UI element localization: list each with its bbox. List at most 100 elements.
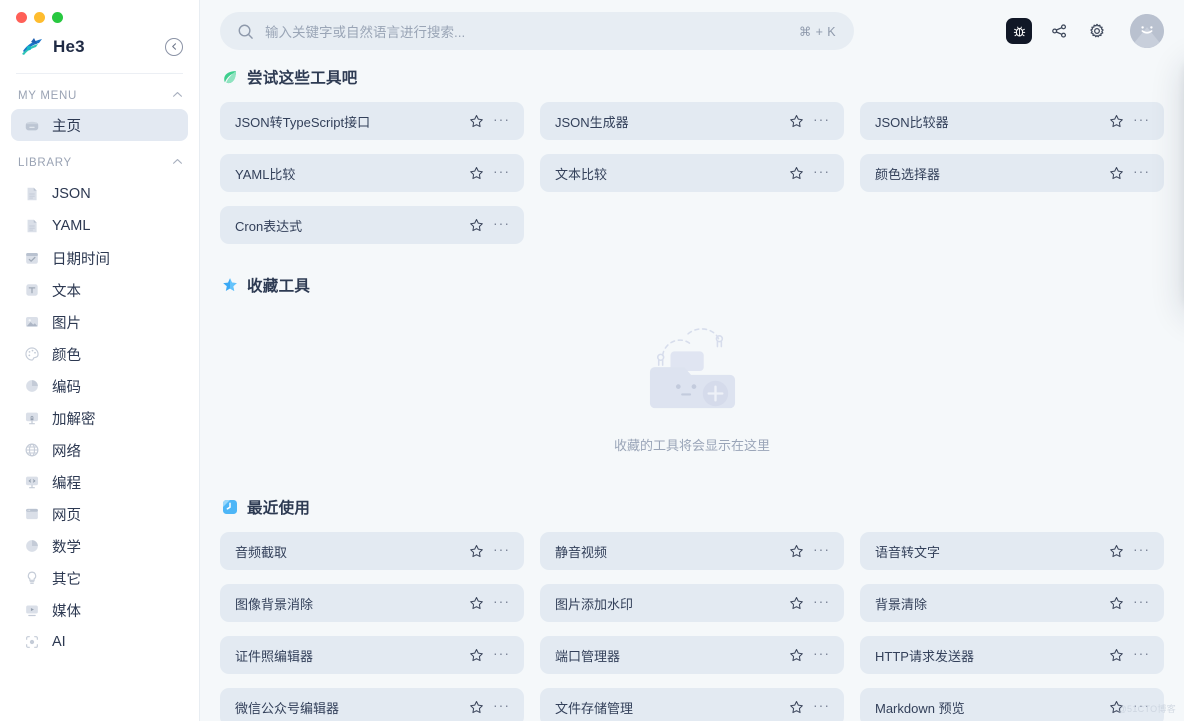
tool-card[interactable]: 证件照编辑器 ··· bbox=[220, 636, 524, 674]
star-outline-icon[interactable] bbox=[469, 648, 484, 663]
sidebar-item-颜色[interactable]: 颜色 bbox=[11, 338, 188, 370]
sidebar-item-JSON[interactable]: JSON bbox=[11, 178, 188, 210]
star-outline-icon[interactable] bbox=[1109, 648, 1124, 663]
brand-row: He3 bbox=[0, 23, 199, 61]
tool-card[interactable]: Cron表达式 ··· bbox=[220, 206, 524, 244]
avatar[interactable] bbox=[1130, 14, 1164, 48]
sidebar-item-编程[interactable]: 编程 bbox=[11, 466, 188, 498]
monitor-code-icon bbox=[23, 474, 40, 491]
ellipsis-icon[interactable]: ··· bbox=[813, 698, 830, 713]
share-icon[interactable] bbox=[1048, 20, 1070, 42]
star-outline-icon[interactable] bbox=[789, 544, 804, 559]
tool-card[interactable]: 音频截取 ··· bbox=[220, 532, 524, 570]
sidebar-item-图片[interactable]: 图片 bbox=[11, 306, 188, 338]
star-outline-icon[interactable] bbox=[789, 648, 804, 663]
star-outline-icon[interactable] bbox=[1109, 596, 1124, 611]
star-outline-icon[interactable] bbox=[1109, 166, 1124, 181]
ellipsis-icon[interactable]: ··· bbox=[813, 542, 830, 557]
palette-icon bbox=[23, 346, 40, 363]
star-outline-icon[interactable] bbox=[469, 114, 484, 129]
sidebar-item-数学[interactable]: 数学 bbox=[11, 530, 188, 562]
search-shortcut-hint: ⌘ + K bbox=[798, 24, 836, 39]
ellipsis-icon[interactable]: ··· bbox=[493, 216, 510, 231]
watermark: @51CTO博客 bbox=[1117, 704, 1176, 714]
sidebar-item-home[interactable]: 主页 bbox=[11, 109, 188, 141]
tool-card[interactable]: YAML比较 ··· bbox=[220, 154, 524, 192]
star-outline-icon[interactable] bbox=[1109, 544, 1124, 559]
sidebar-item-AI[interactable]: AI bbox=[11, 626, 188, 658]
sidebar-item-网络[interactable]: 网络 bbox=[11, 434, 188, 466]
ellipsis-icon[interactable]: ··· bbox=[813, 112, 830, 127]
star-outline-icon[interactable] bbox=[789, 596, 804, 611]
sidebar-item-其它[interactable]: 其它 bbox=[11, 562, 188, 594]
sidebar-item-label: 日期时间 bbox=[52, 251, 110, 268]
ellipsis-icon[interactable]: ··· bbox=[493, 594, 510, 609]
chart-pie-icon bbox=[23, 538, 40, 555]
star-outline-icon[interactable] bbox=[469, 700, 484, 715]
sidebar-group-library[interactable]: LIBRARY bbox=[0, 141, 199, 176]
sidebar-item-label: 图片 bbox=[52, 315, 81, 332]
tool-card[interactable]: 图片添加水印 ··· bbox=[540, 584, 844, 622]
gear-icon[interactable] bbox=[1086, 20, 1108, 42]
star-outline-icon[interactable] bbox=[469, 596, 484, 611]
star-outline-icon[interactable] bbox=[469, 166, 484, 181]
ellipsis-icon[interactable]: ··· bbox=[1133, 112, 1150, 127]
tool-card[interactable]: 背景清除 ··· bbox=[860, 584, 1164, 622]
star-outline-icon[interactable] bbox=[469, 218, 484, 233]
maximize-window-button[interactable] bbox=[52, 12, 63, 23]
bug-icon[interactable] bbox=[1006, 18, 1032, 44]
tool-card[interactable]: 图像背景消除 ··· bbox=[220, 584, 524, 622]
star-outline-icon[interactable] bbox=[789, 700, 804, 715]
star-outline-icon[interactable] bbox=[469, 544, 484, 559]
tool-card[interactable]: 文件存储管理 ··· bbox=[540, 688, 844, 721]
sidebar-item-文本[interactable]: 文本 bbox=[11, 274, 188, 306]
tool-card[interactable]: JSON生成器 ··· bbox=[540, 102, 844, 140]
tool-card-label: 音频截取 bbox=[235, 544, 288, 560]
star-outline-icon[interactable] bbox=[789, 166, 804, 181]
close-window-button[interactable] bbox=[16, 12, 27, 23]
content-scroll[interactable]: 尝试这些工具吧 JSON转TypeScript接口 ··· JSON生成器 ··· JS… bbox=[200, 62, 1184, 721]
tool-card[interactable]: HTTP请求发送器 ··· bbox=[860, 636, 1164, 674]
ellipsis-icon[interactable]: ··· bbox=[493, 646, 510, 661]
sidebar-collapse-button[interactable] bbox=[165, 37, 183, 56]
search-input[interactable]: 输入关键字或自然语言进行搜索... ⌘ + K bbox=[220, 12, 854, 50]
tool-card[interactable]: 文本比较 ··· bbox=[540, 154, 844, 192]
ellipsis-icon[interactable]: ··· bbox=[493, 112, 510, 127]
ellipsis-icon[interactable]: ··· bbox=[813, 594, 830, 609]
tool-card[interactable]: 颜色选择器 ··· bbox=[860, 154, 1164, 192]
chevron-up-icon bbox=[172, 91, 183, 101]
tool-card[interactable]: 语音转文字 ··· bbox=[860, 532, 1164, 570]
sidebar-item-YAML[interactable]: YAML bbox=[11, 210, 188, 242]
ellipsis-icon[interactable]: ··· bbox=[1133, 542, 1150, 557]
tool-grid-recent: 音频截取 ··· 静音视频 ··· 语音转文字 ··· 图像背景消除 ··· 图片添加水印 ···… bbox=[220, 532, 1164, 721]
ellipsis-icon[interactable]: ··· bbox=[1133, 164, 1150, 179]
star-outline-icon[interactable] bbox=[789, 114, 804, 129]
sidebar-group-my-menu[interactable]: MY MENU bbox=[0, 74, 199, 109]
sidebar-item-加解密[interactable]: 加解密 bbox=[11, 402, 188, 434]
tool-card[interactable]: JSON比较器 ··· bbox=[860, 102, 1164, 140]
sidebar-item-媒体[interactable]: 媒体 bbox=[11, 594, 188, 626]
star-outline-icon[interactable] bbox=[1109, 114, 1124, 129]
ellipsis-icon[interactable]: ··· bbox=[813, 646, 830, 661]
sidebar-item-网页[interactable]: 网页 bbox=[11, 498, 188, 530]
tool-card-actions: ··· bbox=[1109, 594, 1150, 611]
ellipsis-icon[interactable]: ··· bbox=[1133, 646, 1150, 661]
image-icon bbox=[23, 314, 40, 331]
ellipsis-icon[interactable]: ··· bbox=[493, 542, 510, 557]
ellipsis-icon[interactable]: ··· bbox=[1133, 594, 1150, 609]
sidebar-item-label: 主页 bbox=[52, 118, 81, 135]
ellipsis-icon[interactable]: ··· bbox=[493, 164, 510, 179]
ellipsis-icon[interactable]: ··· bbox=[493, 698, 510, 713]
sidebar-item-日期时间[interactable]: 日期时间 bbox=[11, 242, 188, 274]
tool-card[interactable]: 端口管理器 ··· bbox=[540, 636, 844, 674]
chevron-left-icon bbox=[171, 43, 176, 50]
tool-card[interactable]: 静音视频 ··· bbox=[540, 532, 844, 570]
minimize-window-button[interactable] bbox=[34, 12, 45, 23]
tool-card-actions: ··· bbox=[469, 112, 510, 129]
tool-card[interactable]: 微信公众号编辑器 ··· bbox=[220, 688, 524, 721]
ellipsis-icon[interactable]: ··· bbox=[813, 164, 830, 179]
tool-card-label: HTTP请求发送器 bbox=[875, 648, 974, 664]
media-play-icon bbox=[23, 602, 40, 619]
sidebar-item-编码[interactable]: 编码 bbox=[11, 370, 188, 402]
tool-card[interactable]: JSON转TypeScript接口 ··· bbox=[220, 102, 524, 140]
